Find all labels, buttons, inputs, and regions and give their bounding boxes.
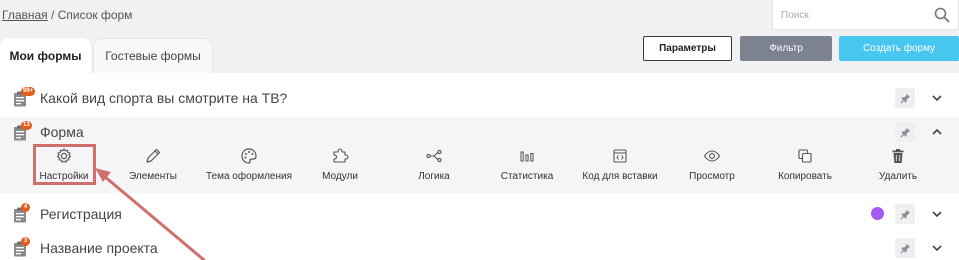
toolbar-label: Тема оформления xyxy=(205,171,293,182)
search-input[interactable] xyxy=(781,6,931,24)
bar-chart-icon xyxy=(520,151,534,162)
copy-icon xyxy=(798,149,812,163)
form-title[interactable]: Название проекта xyxy=(40,240,158,256)
toolbar-label: Статистика xyxy=(500,171,554,182)
toolbar-label: Код для вставки xyxy=(582,171,658,182)
form-row-expanded[interactable]: 13 Форма Настройки Элементы Тема оформле… xyxy=(0,117,959,193)
toolbar-embed-code[interactable]: Код для вставки xyxy=(580,143,660,187)
status-dot xyxy=(871,207,884,220)
response-count-badge: 13 xyxy=(21,121,32,130)
response-count-badge: 99+ xyxy=(21,87,36,96)
expand-button[interactable] xyxy=(929,240,945,256)
toolbar-statistics[interactable]: Статистика xyxy=(498,143,556,187)
toolbar-label: Логика xyxy=(418,171,450,182)
expand-button[interactable] xyxy=(929,206,945,222)
top-bar: Главная / Список форм xyxy=(0,0,959,38)
trash-icon xyxy=(892,149,904,163)
code-icon xyxy=(613,149,627,163)
palette-icon xyxy=(241,148,257,164)
response-count-badge: 3 xyxy=(21,237,30,246)
pin-button[interactable] xyxy=(895,204,915,224)
logic-icon xyxy=(426,149,442,163)
form-title[interactable]: Какой вид спорта вы смотрите на ТВ? xyxy=(40,90,287,106)
expand-button[interactable] xyxy=(929,90,945,106)
chevron-down-icon xyxy=(932,245,942,252)
toolbar-delete[interactable]: Удалить xyxy=(876,143,920,187)
pin-button[interactable] xyxy=(895,122,915,142)
toolbar-label: Элементы xyxy=(129,171,177,182)
toolbar-preview[interactable]: Просмотр xyxy=(688,143,736,187)
collapse-button[interactable] xyxy=(929,124,945,140)
chevron-down-icon xyxy=(932,211,942,218)
highlight-box xyxy=(33,144,96,185)
pin-button[interactable] xyxy=(895,88,915,108)
pin-icon xyxy=(899,93,910,104)
form-row[interactable]: 3 Название проекта xyxy=(0,233,959,260)
tab-my-forms[interactable]: Мои формы xyxy=(0,38,91,73)
toolbar-label: Просмотр xyxy=(689,171,735,182)
pin-icon xyxy=(899,127,910,138)
toolbar-elements[interactable]: Элементы xyxy=(118,143,188,187)
breadcrumb-current: Список форм xyxy=(57,8,133,22)
toolbar-label: Модули xyxy=(322,171,358,182)
search-icon[interactable] xyxy=(934,7,950,23)
tab-guest-forms[interactable]: Гостевые формы xyxy=(93,38,213,73)
search-box xyxy=(772,0,959,30)
breadcrumb-home-link[interactable]: Главная xyxy=(2,8,48,22)
response-count-badge: 4 xyxy=(21,203,30,212)
form-row[interactable]: 99+ Какой вид спорта вы смотрите на ТВ? xyxy=(0,83,959,113)
chevron-down-icon xyxy=(932,95,942,102)
pencil-icon xyxy=(146,148,161,163)
breadcrumb-separator: / xyxy=(47,8,58,22)
toolbar-copy[interactable]: Копировать xyxy=(776,143,834,187)
pin-icon xyxy=(899,209,910,220)
form-title[interactable]: Форма xyxy=(40,124,84,140)
toolbar-logic[interactable]: Логика xyxy=(408,143,460,187)
filter-button[interactable]: Фильтр xyxy=(740,36,832,61)
pin-icon xyxy=(899,243,910,254)
forms-list: 99+ Какой вид спорта вы смотрите на ТВ? … xyxy=(0,73,959,260)
breadcrumb: Главная / Список форм xyxy=(2,8,132,22)
form-title[interactable]: Регистрация xyxy=(40,206,122,222)
chevron-up-icon xyxy=(932,128,942,135)
toolbar-theme[interactable]: Тема оформления xyxy=(205,143,293,187)
toolbar-modules[interactable]: Модули xyxy=(314,143,366,187)
params-button[interactable]: Параметры xyxy=(643,36,732,61)
toolbar-label: Удалить xyxy=(878,171,918,182)
toolbar-label: Копировать xyxy=(778,171,832,182)
puzzle-icon xyxy=(333,148,349,163)
create-form-button[interactable]: Создать форму xyxy=(839,36,959,61)
eye-icon xyxy=(703,150,721,162)
form-row[interactable]: 4 Регистрация xyxy=(0,199,959,229)
pin-button[interactable] xyxy=(895,238,915,258)
